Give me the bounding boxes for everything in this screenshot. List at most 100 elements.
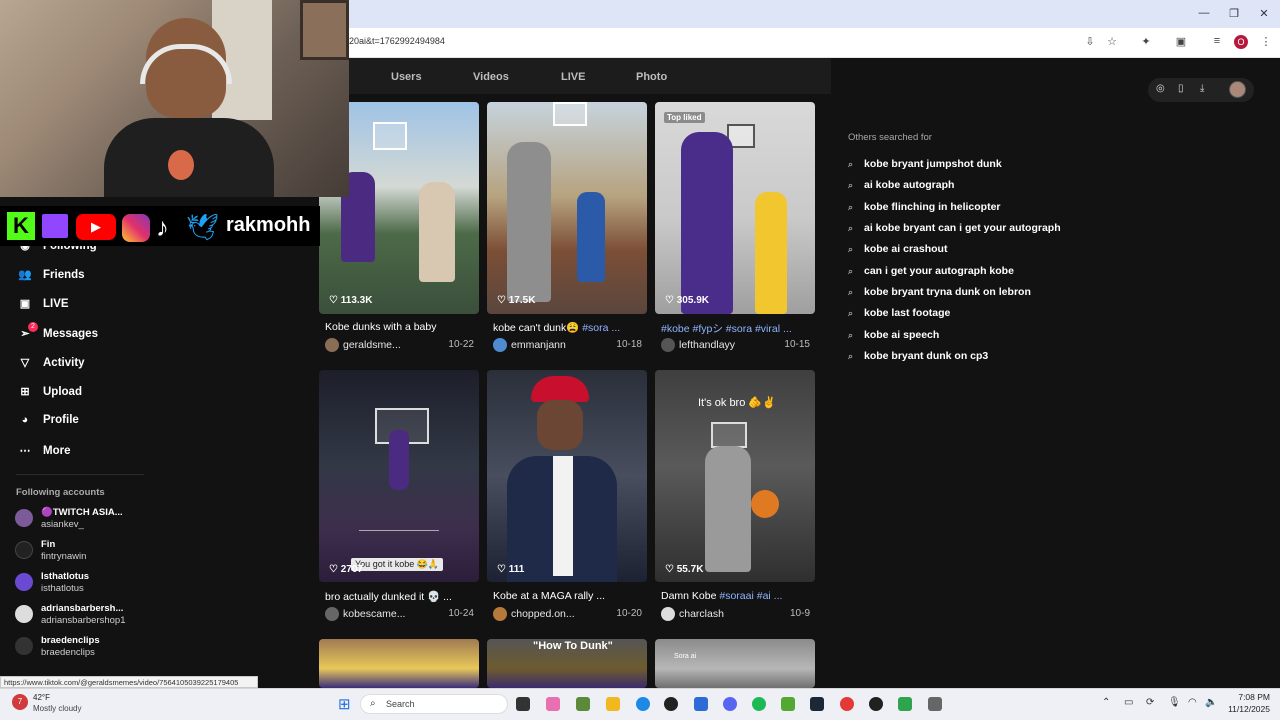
account-name[interactable]: braedenclips [41, 635, 100, 646]
messages-badge: 2 [28, 322, 38, 332]
account-handle[interactable]: adriansbarbershop1 [41, 615, 126, 626]
user-avatar[interactable] [1229, 81, 1246, 98]
video-title[interactable]: Damn Kobe #soraai #ai ... [661, 590, 821, 602]
suggestion-item[interactable]: ⌕ kobe flinching in helicopter [848, 201, 1001, 215]
clock-date[interactable]: 11/12/2025 [1220, 704, 1270, 714]
avatar [15, 541, 33, 559]
file-explorer-icon[interactable] [606, 697, 620, 711]
video-title[interactable]: bro actually dunked it 💀 ... [325, 590, 485, 603]
kebab-menu-icon[interactable]: ⋮ [1258, 35, 1274, 48]
sidebar-item-friends[interactable]: 👥 Friends [16, 268, 84, 284]
sync-icon[interactable]: ⟳ [1146, 697, 1154, 708]
video-author[interactable]: kobescame... [343, 608, 405, 620]
close-button[interactable]: ✕ [1254, 7, 1274, 20]
weather-desc[interactable]: Mostly cloudy [33, 704, 81, 713]
tab-photo[interactable]: Photo [636, 71, 667, 83]
child-figure [755, 192, 787, 314]
taskbar-search[interactable] [360, 694, 508, 714]
suggestion-item[interactable]: ⌕ kobe bryant tryna dunk on lebron [848, 286, 1031, 300]
notes-icon[interactable] [898, 697, 912, 711]
tab-live[interactable]: LIVE [561, 71, 585, 83]
court-line [359, 530, 439, 531]
video-thumbnail[interactable] [319, 639, 479, 688]
suggestion-item[interactable]: ⌕ kobe ai crashout [848, 243, 947, 257]
video-title[interactable]: #kobe #fypシ #sora #viral ... [661, 321, 821, 336]
media-icon[interactable]: ▣ [1173, 35, 1189, 48]
chevron-up-icon[interactable]: ⌃ [1102, 697, 1110, 708]
video-thumbnail[interactable] [487, 370, 647, 582]
account-name[interactable]: Fin [41, 539, 55, 550]
suggestion-item[interactable]: ⌕ can i get your autograph kobe [848, 265, 1014, 279]
suggestion-item[interactable]: ⌕ ai kobe autograph [848, 179, 954, 193]
video-author[interactable]: emmanjann [511, 339, 566, 351]
video-thumbnail[interactable] [319, 370, 479, 582]
url-text[interactable]: 20ai&t=1762992494984 [349, 36, 445, 46]
video-author[interactable]: lefthandlayy [679, 339, 735, 351]
greenapp-icon[interactable] [781, 697, 795, 711]
download-icon[interactable]: ⤓ [1200, 83, 1204, 94]
sidebar-item-profile[interactable]: ◕ Profile [16, 414, 79, 430]
chrome-icon[interactable] [840, 697, 854, 711]
video-caption: You got it kobe 😂🙏 [351, 558, 444, 571]
discord-icon[interactable] [723, 697, 737, 711]
taskbar-search-label: Search [386, 699, 415, 709]
account-handle[interactable]: isthatlotus [41, 583, 84, 594]
wifi-icon[interactable]: ◠ [1188, 697, 1197, 708]
maximize-button[interactable]: ❐ [1224, 7, 1244, 20]
account-name[interactable]: adriansbarbersh... [41, 603, 123, 614]
tab-videos[interactable]: Videos [473, 71, 509, 83]
account-name[interactable]: 🟣TWITCH ASIA... [41, 507, 123, 518]
video-thumbnail[interactable] [655, 102, 815, 314]
spotify-icon[interactable] [752, 697, 766, 711]
windows-start-icon[interactable]: ⊞ [338, 695, 351, 713]
steam-icon[interactable] [810, 697, 824, 711]
video-author[interactable]: geraldsme... [343, 339, 401, 351]
video-thumbnail[interactable] [487, 102, 647, 314]
activity-icon: ▽ [20, 357, 30, 369]
sidebar-item-activity[interactable]: ▽ Activity [16, 356, 85, 372]
dell-icon[interactable] [664, 697, 678, 711]
suggestion-item[interactable]: ⌕ kobe bryant jumpshot dunk [848, 158, 1002, 172]
taskview-icon[interactable] [516, 697, 530, 711]
suggestion-item[interactable]: ⌕ kobe ai speech [848, 329, 939, 343]
weather-temp[interactable]: 42°F [33, 693, 50, 702]
video-author[interactable]: charclash [679, 608, 724, 620]
device-icon[interactable]: ▯ [1178, 83, 1184, 94]
sidebar-item-live[interactable]: ▣ LIVE [16, 297, 69, 313]
volume-icon[interactable]: 🔈 [1205, 697, 1217, 708]
mic-icon[interactable]: 🎙 [1168, 697, 1181, 708]
video-title[interactable]: Kobe dunks with a baby [325, 321, 485, 333]
account-name[interactable]: Isthatlotus [41, 571, 89, 582]
video-thumbnail[interactable] [655, 639, 815, 688]
account-handle[interactable]: asiankev_ [41, 519, 84, 530]
suggestion-item[interactable]: ⌕ ai kobe bryant can i get your autograph [848, 222, 1061, 236]
hoop-backboard [711, 422, 747, 448]
suggestion-item[interactable]: ⌕ kobe bryant dunk on cp3 [848, 350, 988, 364]
video-author[interactable]: chopped.on... [511, 608, 575, 620]
copilot-icon[interactable] [546, 697, 560, 711]
top-liked-badge: Top liked [664, 112, 705, 123]
tab-users[interactable]: Users [391, 71, 422, 83]
clock-time[interactable]: 7:08 PM [1226, 692, 1270, 702]
account-handle[interactable]: fintrynawin [41, 551, 86, 562]
minimize-button[interactable]: — [1194, 7, 1214, 19]
video-title[interactable]: kobe can't dunk😩 #sora ... [493, 321, 653, 334]
player-figure [681, 132, 733, 314]
star-icon[interactable]: ☆ [1104, 35, 1120, 48]
extensions-icon[interactable]: ✦ [1138, 35, 1154, 48]
install-icon[interactable]: ⇩ [1082, 35, 1098, 48]
coin-icon[interactable]: ◎ [1156, 83, 1165, 94]
tray-app-icon[interactable]: ▭ [1124, 697, 1133, 708]
tab-search-icon[interactable]: ≡ [1209, 35, 1225, 47]
video-title[interactable]: Kobe at a MAGA rally ... [493, 590, 653, 602]
profile-avatar[interactable]: O [1234, 35, 1248, 49]
account-handle[interactable]: braedenclips [41, 647, 95, 658]
minecraft-icon[interactable] [576, 697, 590, 711]
obs-icon[interactable] [869, 697, 883, 711]
sidebar-item-more[interactable]: ⋯ More [16, 444, 71, 460]
settings-icon[interactable] [928, 697, 942, 711]
suggestion-item[interactable]: ⌕ kobe last footage [848, 307, 950, 321]
store-icon[interactable] [694, 697, 708, 711]
edge-icon[interactable] [636, 697, 650, 711]
sidebar-item-upload[interactable]: ⊞ Upload [16, 385, 82, 401]
